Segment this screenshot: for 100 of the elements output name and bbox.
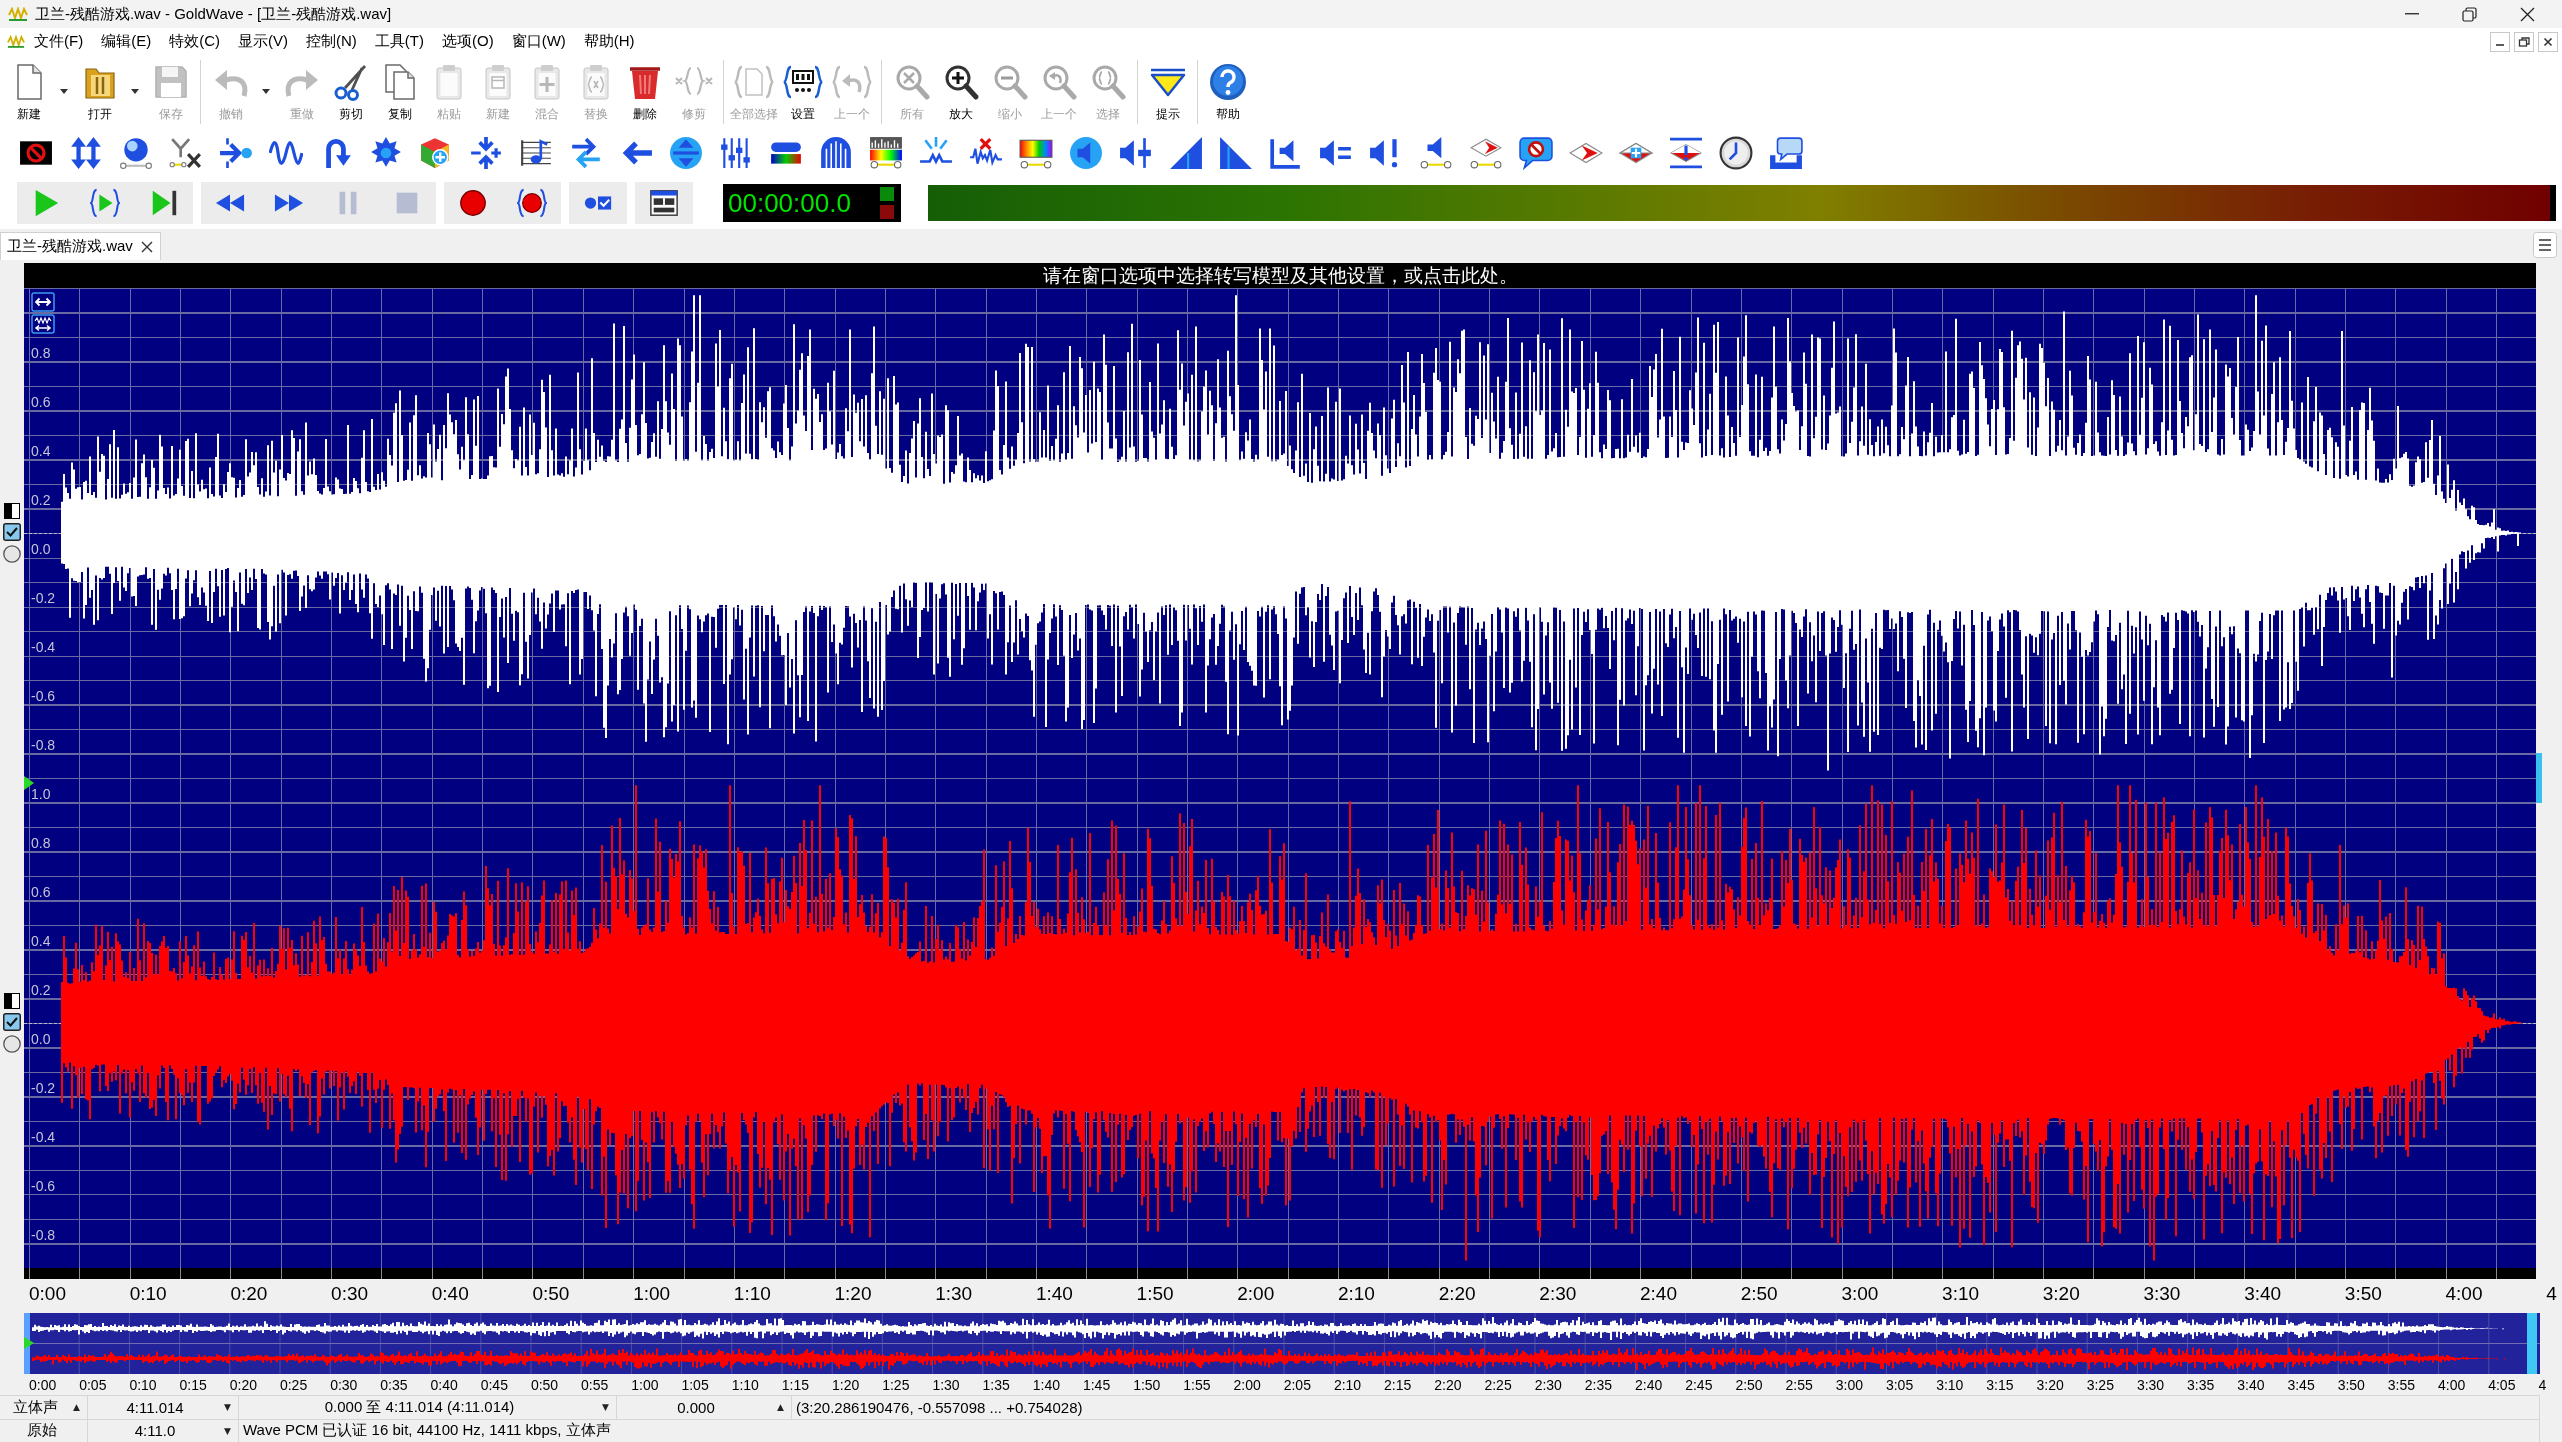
radio-button[interactable]	[3, 1035, 21, 1053]
toolbar-button[interactable]: 打开	[75, 55, 124, 122]
sphere-icon[interactable]	[119, 136, 153, 170]
menu-item[interactable]: 控制(N)	[297, 30, 366, 53]
axis-label: -0.4	[31, 1129, 56, 1145]
time-label: 1:50	[1136, 1283, 1174, 1304]
speaker-circle-icon[interactable]	[1069, 136, 1103, 170]
time-label: 1:35	[982, 1376, 1010, 1393]
toolbar-button[interactable]: 设置	[778, 55, 827, 122]
minimize-icon[interactable]	[2405, 13, 2419, 15]
radio-button[interactable]	[3, 545, 21, 563]
axis-label: -0.2	[31, 1080, 56, 1096]
speaker-slider-icon[interactable]	[1119, 136, 1153, 170]
toolbar-button[interactable]: 删除	[620, 55, 669, 122]
checkbox[interactable]	[3, 1013, 21, 1031]
axis-label: 0.8	[31, 345, 51, 361]
time-label: 2:25	[1484, 1376, 1512, 1393]
wave-logo-icon[interactable]	[7, 35, 25, 48]
menu-item[interactable]: 帮助(H)	[574, 30, 644, 53]
window-icon[interactable]	[649, 188, 679, 218]
opposing-arrows-icon[interactable]	[569, 136, 603, 170]
speaker-corner-icon[interactable]	[1269, 136, 1303, 170]
close-icon[interactable]	[2520, 6, 2535, 22]
axis-label: 0.8	[31, 835, 51, 851]
time-label: 1:25	[882, 1376, 910, 1393]
time-label: 1:05	[681, 1376, 709, 1393]
axis-label: 0.2	[31, 982, 51, 998]
file-tab[interactable]: 卫兰-残酷游戏.wav	[0, 232, 161, 260]
toolbar-button[interactable]: 剪切	[326, 55, 375, 122]
dropdown-caret[interactable]: ▲	[73, 1402, 80, 1413]
dropdown-caret[interactable]: ▼	[224, 1402, 231, 1413]
menu-item[interactable]: 工具(T)	[365, 30, 433, 53]
time-label: 2:40	[1640, 1283, 1677, 1304]
menu-item[interactable]: 特效(C)	[160, 30, 229, 53]
arrow-dot-icon[interactable]	[219, 136, 253, 170]
menu-item[interactable]: 选项(O)	[432, 30, 503, 53]
toolbar-button[interactable]: 放大	[936, 55, 985, 122]
menu-item[interactable]: 文件(F)	[25, 30, 93, 53]
time-label: 0:20	[229, 1376, 257, 1393]
restore-icon[interactable]	[2514, 31, 2534, 52]
half-filled-square-icon[interactable]	[4, 993, 20, 1009]
vertical-arrows-icon[interactable]	[69, 136, 103, 170]
axis-label: 0.6	[31, 394, 51, 410]
status-text: 原始	[27, 1421, 57, 1441]
arch-icon[interactable]	[819, 136, 853, 170]
record-icon[interactable]	[458, 188, 488, 218]
notice-text[interactable]: 请在窗口选项中选择转写模型及其他设置，或点击此处。	[1042, 264, 1518, 287]
time-label: 0:40	[431, 1283, 469, 1304]
fork-cross-icon[interactable]	[169, 136, 203, 170]
time-label: 0:25	[279, 1376, 308, 1393]
menu-item[interactable]: 窗口(W)	[502, 30, 575, 53]
time-label: 0:50	[530, 1376, 559, 1393]
dropdown-caret[interactable]: ▼	[602, 1402, 609, 1413]
diamond-exclamation-icon[interactable]	[1669, 136, 1703, 170]
close-icon[interactable]	[140, 240, 153, 253]
time-label: 0:30	[331, 1283, 369, 1304]
diamond-handle-icon[interactable]	[1469, 136, 1503, 170]
toolbar-button[interactable]: 帮助	[1203, 55, 1252, 122]
menu-item[interactable]: 编辑(E)	[92, 30, 161, 53]
status-text: 4:11.0	[134, 1422, 176, 1440]
speaker-handle-icon[interactable]	[1419, 136, 1453, 170]
time-label: 1:10	[731, 1376, 759, 1393]
menu-icon[interactable]	[2533, 231, 2557, 258]
time-label: 0:40	[430, 1376, 458, 1393]
dropdown-arrow-icon[interactable]	[60, 89, 68, 94]
time-label: 0:10	[129, 1376, 157, 1393]
time-text: 00:00:00.0	[728, 188, 851, 218]
sliders-icon[interactable]	[719, 136, 753, 170]
rising-ramp-icon[interactable]	[1169, 136, 1203, 170]
dropdown-caret[interactable]: ▲	[777, 1402, 784, 1413]
clock-icon[interactable]	[1719, 136, 1753, 170]
menu-item[interactable]: 显示(V)	[229, 30, 297, 53]
help-icon	[1207, 62, 1248, 102]
braced-record-icon[interactable]	[517, 188, 547, 218]
converging-arrows-icon[interactable]	[469, 136, 503, 170]
toolbar-button[interactable]: 复制	[375, 55, 424, 122]
dropdown-arrow-icon[interactable]	[131, 89, 139, 94]
time-label: 3:10	[1942, 1283, 1980, 1304]
time-label: 3:20	[2042, 1283, 2080, 1304]
axis-label: -0.2	[31, 590, 56, 606]
time-label: 1:30	[935, 1283, 973, 1304]
circle-arrows-icon[interactable]	[669, 136, 703, 170]
time-label: 1:40	[1035, 1283, 1073, 1304]
braced-play-icon[interactable]	[90, 188, 120, 218]
half-filled-square-icon[interactable]	[4, 503, 20, 519]
axis-label: -0.8	[31, 737, 56, 753]
playhead-marker-icon[interactable]	[24, 776, 34, 790]
restore-icon[interactable]	[2462, 6, 2477, 22]
toolbar-button[interactable]: 新建	[4, 55, 53, 122]
time-label: 3:15	[1986, 1376, 2014, 1393]
checkbox[interactable]	[3, 523, 21, 541]
spectrum-icon[interactable]	[869, 136, 903, 170]
speech-bubble-icon[interactable]	[1519, 136, 1553, 170]
wave-arrows-icon[interactable]	[31, 314, 55, 334]
message-tray-icon[interactable]	[1769, 136, 1803, 170]
falling-ramp-icon[interactable]	[1219, 136, 1253, 170]
side-marker[interactable]	[2536, 753, 2542, 803]
toolbar-button[interactable]: 提示	[1143, 55, 1192, 122]
time-label: 2:45	[1685, 1376, 1713, 1393]
dropdown-caret[interactable]: ▼	[224, 1425, 231, 1436]
